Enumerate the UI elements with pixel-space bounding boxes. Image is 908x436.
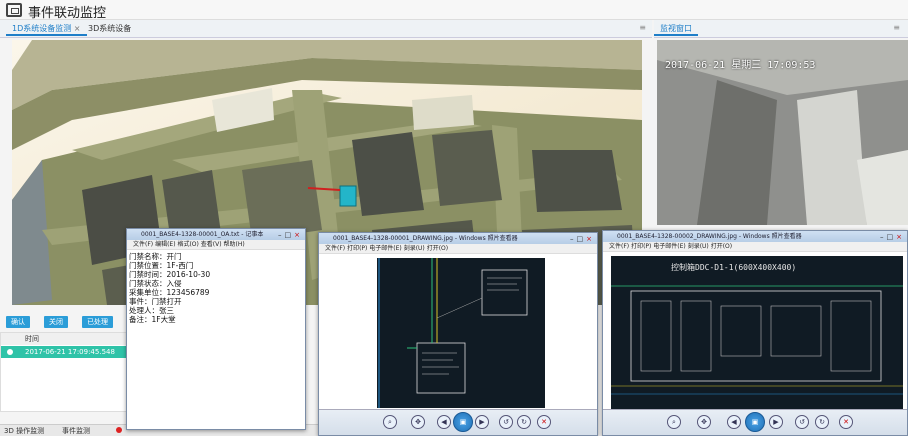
status-dot-icon	[7, 349, 13, 355]
table-header: 时间	[1, 333, 131, 345]
close-button[interactable]: 关闭	[44, 316, 68, 328]
menu-edit[interactable]: 编辑(E)	[155, 241, 175, 248]
menu-view[interactable]: 查看(V)	[201, 241, 222, 248]
notepad-text[interactable]: 门禁名称：开门 门禁位置：1F-西门 门禁时间：2016-10-30 门禁状态：…	[129, 252, 301, 324]
text-line: 采集单位：123456789	[129, 288, 210, 297]
camera-feed[interactable]: 2017-06-21 星期三 17:09:53	[657, 40, 908, 225]
drawing-image	[377, 258, 545, 408]
tab-camera[interactable]: 监视窗口	[654, 22, 698, 36]
menu-print[interactable]: 打印(P)	[631, 243, 651, 250]
menu-help[interactable]: 帮助(H)	[224, 241, 245, 248]
tab-event-monitor[interactable]: 事件监测	[62, 426, 90, 436]
menu-file[interactable]: 文件(F)	[133, 241, 153, 248]
previous-icon[interactable]: ◀	[437, 415, 451, 429]
zoom-icon[interactable]: ⌕	[667, 415, 681, 429]
window-controls-icon[interactable]: –□×	[278, 230, 303, 240]
camera-timestamp: 2017-06-21 星期三 17:09:53	[665, 60, 816, 71]
event-table: 时间 2017-06-21 17:09:45.548	[0, 332, 131, 412]
photo-viewer-window-1[interactable]: 0001_BASE4-1328-00001_DRAWING.jpg - Wind…	[318, 232, 598, 436]
menu-burn[interactable]: 刻录(U)	[404, 245, 425, 252]
viewer-controls: ⌕ ✥ ◀ ▣ ▶ ↺ ↻ ✕	[603, 409, 907, 435]
text-line: 门禁状态：入侵	[129, 279, 182, 288]
alarm-icon	[116, 427, 122, 433]
viewer-titlebar[interactable]: 0001_BASE4-1328-00002_DRAWING.jpg - Wind…	[603, 231, 907, 242]
tab-3d-monitor[interactable]: 3D 操作监测	[4, 426, 44, 436]
page-title: 事件联动监控	[28, 6, 107, 21]
photo-viewer-window-2[interactable]: 0001_BASE4-1328-00002_DRAWING.jpg - Wind…	[602, 230, 908, 436]
close-icon[interactable]: ×	[74, 24, 81, 33]
main-tab-bar: 1D系统设备监测 × 3D系统设备 ≡	[0, 20, 652, 38]
menu-email[interactable]: 电子邮件(E)	[369, 245, 401, 252]
next-icon[interactable]: ▶	[769, 415, 783, 429]
text-line: 处理人：张三	[129, 306, 174, 315]
viewer-menubar: 文件(F) 打印(P) 电子邮件(E) 刻录(U) 打开(O)	[319, 244, 597, 254]
notepad-menubar: 文件(F) 编辑(E) 格式(O) 查看(V) 帮助(H)	[127, 240, 305, 250]
delete-icon[interactable]: ✕	[537, 415, 551, 429]
zoom-icon[interactable]: ⌕	[383, 415, 397, 429]
previous-icon[interactable]: ◀	[727, 415, 741, 429]
next-icon[interactable]: ▶	[475, 415, 489, 429]
viewer-controls: ⌕ ✥ ◀ ▣ ▶ ↺ ↻ ✕	[319, 409, 597, 435]
cad-drawing	[611, 256, 903, 409]
tab-menu-icon[interactable]: ≡	[639, 23, 646, 32]
menu-file[interactable]: 文件(F)	[325, 245, 345, 252]
text-line: 事件：门禁打开	[129, 297, 182, 306]
text-line: 门禁名称：开门	[129, 252, 182, 261]
window-controls-icon[interactable]: –□×	[570, 234, 595, 244]
menu-email[interactable]: 电子邮件(E)	[653, 243, 685, 250]
processed-button[interactable]: 已处理	[82, 316, 113, 328]
delete-icon[interactable]: ✕	[839, 415, 853, 429]
menu-open[interactable]: 打开(O)	[427, 245, 448, 252]
menu-burn[interactable]: 刻录(U)	[688, 243, 709, 250]
slideshow-icon[interactable]: ▣	[745, 412, 765, 432]
rotate-right-icon[interactable]: ↻	[815, 415, 829, 429]
rotate-left-icon[interactable]: ↺	[499, 415, 513, 429]
table-row[interactable]: 2017-06-21 17:09:45.548	[1, 346, 131, 358]
tab-1d-monitor[interactable]: 1D系统设备监测 ×	[6, 22, 87, 36]
tab-3d-device[interactable]: 3D系统设备	[82, 22, 137, 36]
rotate-left-icon[interactable]: ↺	[795, 415, 809, 429]
camera-tab-bar: 监视窗口 ≡	[654, 20, 908, 38]
confirm-button[interactable]: 确认	[6, 316, 30, 328]
drawing-title: 控制箱DDC-D1-1(600X400X400)	[671, 263, 797, 272]
fit-icon[interactable]: ✥	[411, 415, 425, 429]
fit-icon[interactable]: ✥	[697, 415, 711, 429]
app-header: 事件联动监控	[0, 0, 908, 21]
window-controls-icon[interactable]: –□×	[880, 232, 905, 242]
rotate-right-icon[interactable]: ↻	[517, 415, 531, 429]
text-line: 备注：1F大堂	[129, 315, 176, 324]
viewer-menubar: 文件(F) 打印(P) 电子邮件(E) 刻录(U) 打开(O)	[603, 242, 907, 252]
text-line: 门禁位置：1F-西门	[129, 261, 194, 270]
menu-file[interactable]: 文件(F)	[609, 243, 629, 250]
text-line: 门禁时间：2016-10-30	[129, 270, 211, 279]
notepad-window[interactable]: 0001_BASE4-1328-00001_OA.txt - 记事本 –□× 文…	[126, 228, 306, 430]
window-menu-icon[interactable]: ≡	[893, 23, 900, 32]
menu-print[interactable]: 打印(P)	[347, 245, 367, 252]
notepad-titlebar[interactable]: 0001_BASE4-1328-00001_OA.txt - 记事本 –□×	[127, 229, 305, 240]
menu-format[interactable]: 格式(O)	[177, 241, 198, 248]
monitor-icon	[6, 3, 22, 17]
drawing-image: 控制箱DDC-D1-1(600X400X400)	[611, 256, 903, 409]
viewer-titlebar[interactable]: 0001_BASE4-1328-00001_DRAWING.jpg - Wind…	[319, 233, 597, 244]
cad-drawing	[377, 258, 545, 408]
slideshow-icon[interactable]: ▣	[453, 412, 473, 432]
menu-open[interactable]: 打开(O)	[711, 243, 732, 250]
